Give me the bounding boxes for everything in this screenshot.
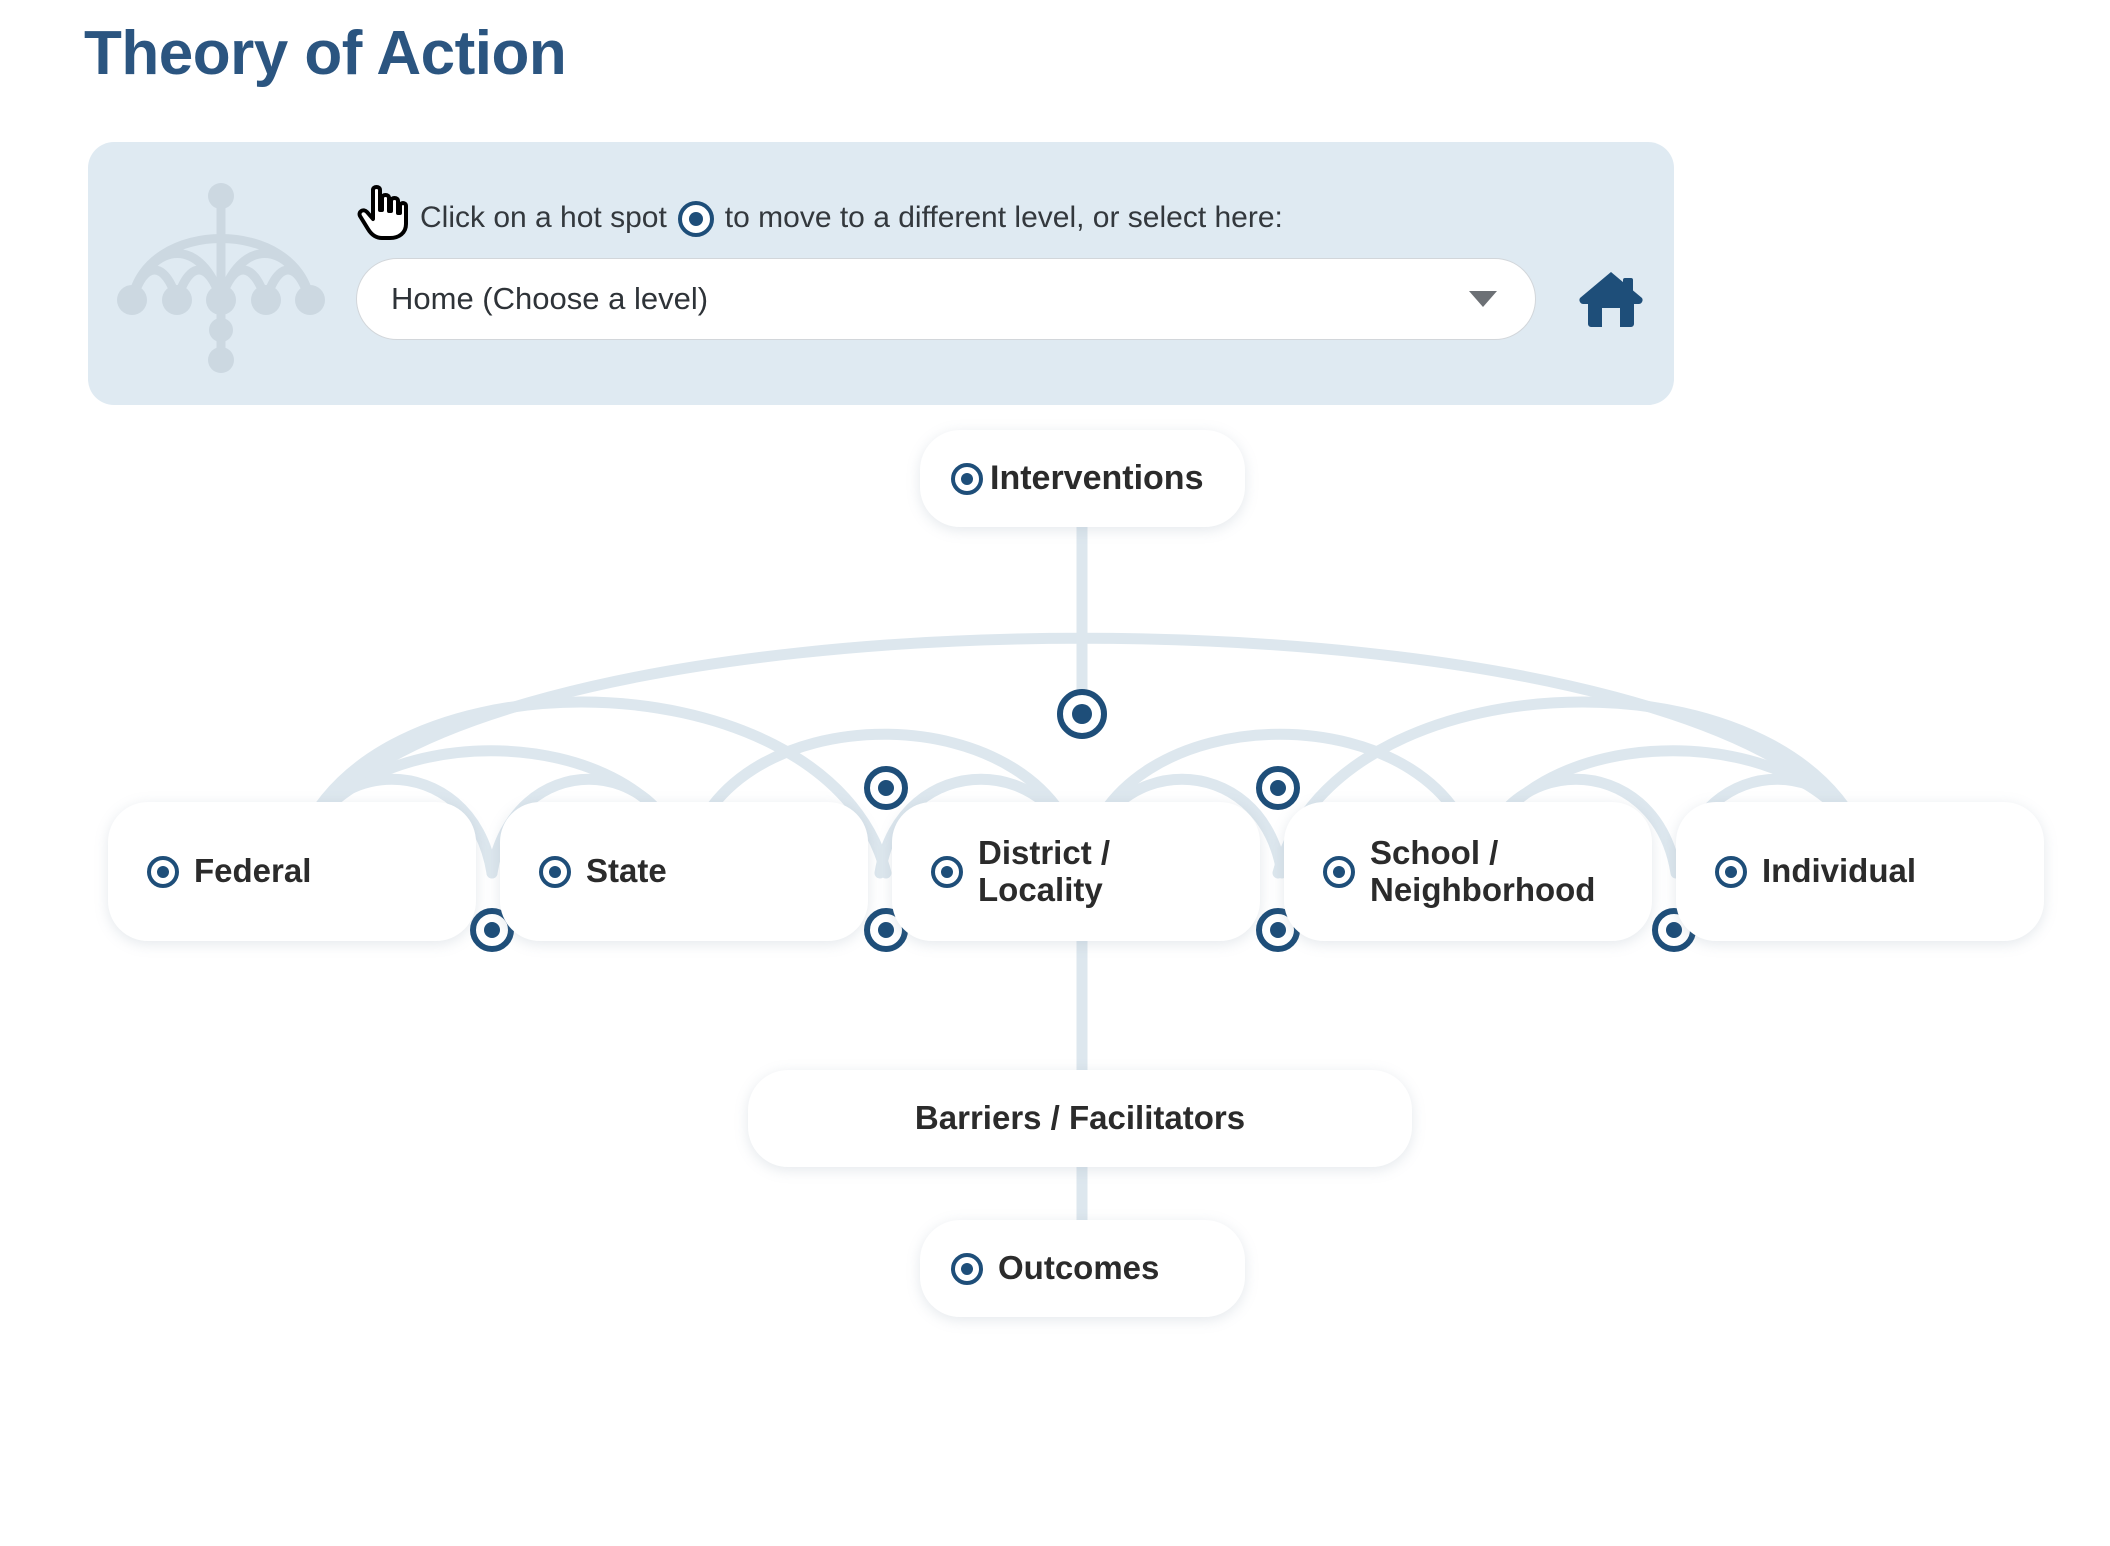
instruction-text-before: Click on a hot spot (420, 201, 667, 234)
umbrella-network-icon (108, 164, 334, 380)
node-state[interactable]: State (500, 802, 868, 941)
node-school-neighborhood[interactable]: School / Neighborhood (1284, 802, 1652, 941)
select-row: Home (Choose a level) (356, 258, 1644, 340)
node-label: Barriers / Facilitators (914, 1099, 1246, 1137)
node-barriers-facilitators: Barriers / Facilitators (748, 1070, 1412, 1167)
node-label: State (586, 852, 667, 890)
instruction-row: Click on a hot spot to move to a differe… (356, 185, 1283, 246)
level-select[interactable]: Home (Choose a level) (356, 258, 1536, 340)
hot-spot-icon (1322, 855, 1356, 889)
diagram-connections (286, 521, 1882, 1226)
level-control-panel: Click on a hot spot to move to a differe… (88, 142, 1674, 405)
node-label: Interventions (990, 459, 1204, 498)
node-label: School / Neighborhood (1370, 833, 1596, 908)
chevron-down-icon[interactable] (1469, 291, 1497, 307)
instruction-text-after: to move to a different level, or select … (724, 201, 1283, 234)
page-title: Theory of Action (84, 19, 567, 88)
level-select-value: Home (Choose a level) (391, 281, 709, 316)
node-label: District / Locality (978, 833, 1111, 908)
node-label: Federal (194, 852, 312, 890)
node-label: Outcomes (998, 1249, 1160, 1287)
pointing-hand-cursor-icon (356, 184, 408, 240)
hot-spot-icon (538, 855, 572, 889)
hot-spot-icon (930, 855, 964, 889)
node-outcomes[interactable]: Outcomes (920, 1220, 1245, 1317)
node-individual[interactable]: Individual (1676, 802, 2044, 941)
node-district-locality[interactable]: District / Locality (892, 802, 1260, 941)
hot-spot-icon (950, 1252, 984, 1286)
hot-spot-icon (1714, 855, 1748, 889)
theory-of-action-diagram: Interventions Federal State District / L… (0, 430, 2110, 1546)
hot-spot-icon (146, 855, 180, 889)
panel-body: Click on a hot spot to move to a differe… (356, 142, 1674, 405)
home-icon (1579, 272, 1643, 327)
node-label: Individual (1762, 852, 1917, 890)
home-button[interactable] (1578, 268, 1644, 330)
node-interventions[interactable]: Interventions (920, 430, 1245, 527)
hot-spot-icon (677, 200, 715, 238)
node-federal[interactable]: Federal (108, 802, 476, 941)
hot-spot-icon (950, 462, 984, 496)
instruction-text: Click on a hot spot to move to a differe… (420, 199, 1283, 237)
